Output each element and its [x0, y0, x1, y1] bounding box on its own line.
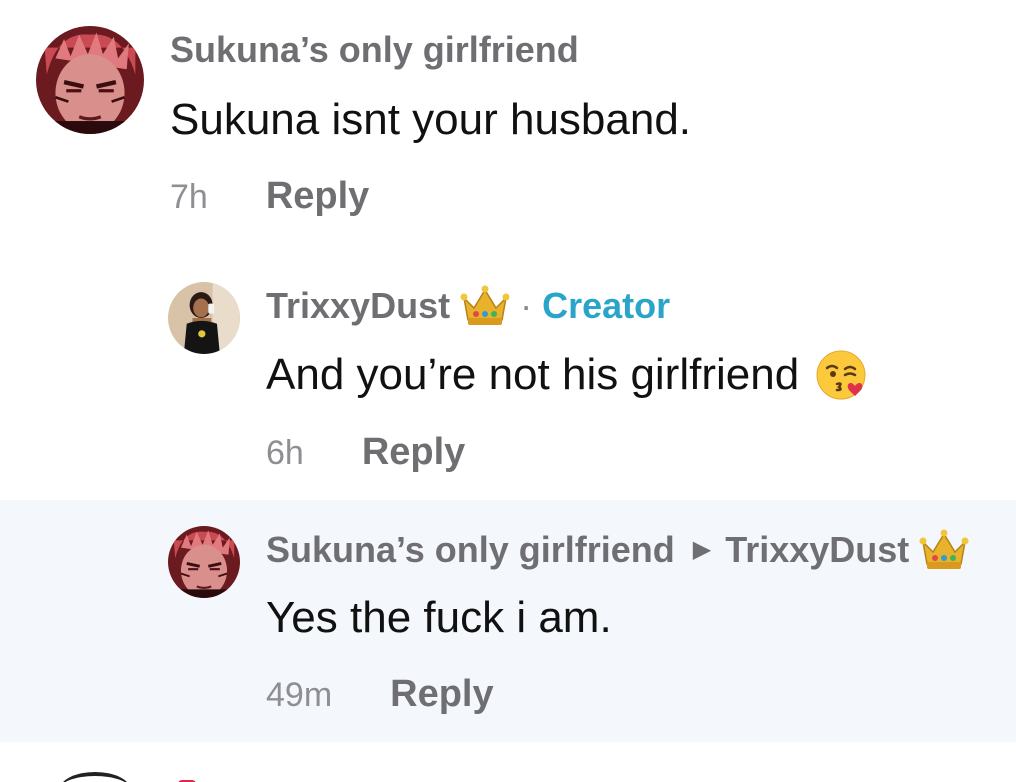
comment-text: And you’re not his girlfriend	[266, 348, 869, 402]
next-comment-author[interactable]	[178, 775, 318, 782]
comment-text-content: Yes the fuck i am.	[266, 593, 612, 642]
comment-author[interactable]: TrixxyDust · Creator	[266, 284, 670, 328]
author-name[interactable]: Sukuna’s only girlfriend	[266, 528, 675, 572]
comment-text: Sukuna isnt your husband.	[170, 94, 691, 146]
comment-text-content: And you’re not his girlfriend	[266, 350, 800, 399]
separator-dot: ·	[520, 285, 533, 326]
comment-timestamp: 6h	[266, 434, 304, 472]
avatar[interactable]	[36, 26, 144, 134]
comment-text-content: Sukuna isnt your husband.	[170, 95, 692, 144]
comment-meta: 6h Reply	[266, 430, 465, 475]
reply-to-name[interactable]: TrixxyDust	[725, 528, 909, 572]
comment-timestamp: 49m	[266, 676, 333, 714]
crown-icon	[919, 528, 969, 572]
reply-item-highlighted: Sukuna’s only girlfriend ▶ TrixxyDust Ye…	[0, 500, 1016, 742]
author-name[interactable]: Sukuna’s only girlfriend	[170, 28, 579, 72]
avatar[interactable]	[168, 282, 240, 354]
anime-character-avatar-icon	[36, 26, 144, 134]
comment-timestamp: 7h	[170, 178, 208, 216]
crown-icon	[460, 284, 510, 328]
comment-thread: Sukuna’s only girlfriend Sukuna isnt you…	[0, 0, 1016, 782]
user-photo-avatar-icon	[168, 282, 240, 354]
comment-author[interactable]: Sukuna’s only girlfriend ▶ TrixxyDust	[266, 528, 969, 572]
creator-badge: Creator	[542, 285, 671, 326]
comment-meta: 49m Reply	[266, 672, 494, 717]
comment-item: Sukuna’s only girlfriend Sukuna isnt you…	[0, 0, 1016, 250]
author-name[interactable]: TrixxyDust	[266, 284, 450, 328]
reply-button[interactable]: Reply	[362, 430, 465, 474]
reply-item: TrixxyDust · Creator And you’re not his …	[0, 250, 1016, 500]
next-comment-avatar[interactable]	[60, 772, 130, 782]
avatar[interactable]	[168, 526, 240, 598]
comment-meta: 7h Reply	[170, 174, 369, 219]
kissing-heart-emoji-icon	[815, 348, 869, 402]
reply-button[interactable]: Reply	[390, 672, 493, 716]
reply-button[interactable]: Reply	[266, 174, 369, 218]
comment-author[interactable]: Sukuna’s only girlfriend	[170, 28, 579, 72]
anime-character-avatar-icon	[168, 526, 240, 598]
reply-arrow-icon: ▶	[692, 536, 712, 563]
comment-text: Yes the fuck i am.	[266, 592, 612, 644]
